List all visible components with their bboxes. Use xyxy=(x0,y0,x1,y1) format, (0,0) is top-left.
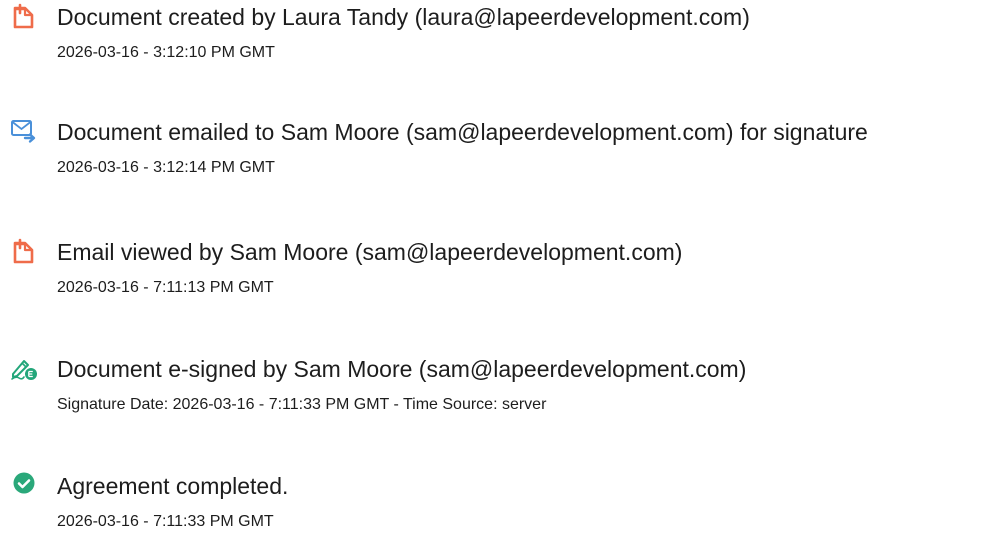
event-title: Document emailed to Sam Moore (sam@lapee… xyxy=(57,119,868,145)
envelope-sent-icon xyxy=(10,117,38,145)
event-timestamp: 2026-03-16 - 7:11:33 PM GMT xyxy=(57,513,274,530)
email-viewed-icon xyxy=(10,237,38,265)
event-timestamp: Signature Date: 2026-03-16 - 7:11:33 PM … xyxy=(57,396,547,413)
event-title: Document e-signed by Sam Moore (sam@lape… xyxy=(57,356,747,382)
event-timestamp: 2026-03-16 - 3:12:14 PM GMT xyxy=(57,159,275,176)
event-title: Agreement completed. xyxy=(57,473,289,499)
event-timestamp: 2026-03-16 - 3:12:10 PM GMT xyxy=(57,44,275,61)
event-timestamp: 2026-03-16 - 7:11:13 PM GMT xyxy=(57,279,274,296)
event-title: Email viewed by Sam Moore (sam@lapeerdev… xyxy=(57,239,683,265)
check-circle-icon xyxy=(10,471,38,499)
event-title: Document created by Laura Tandy (laura@l… xyxy=(57,4,750,30)
pen-signature-icon xyxy=(10,354,38,382)
document-created-icon xyxy=(10,2,38,30)
audit-history: Document created by Laura Tandy (laura@l… xyxy=(0,0,998,536)
